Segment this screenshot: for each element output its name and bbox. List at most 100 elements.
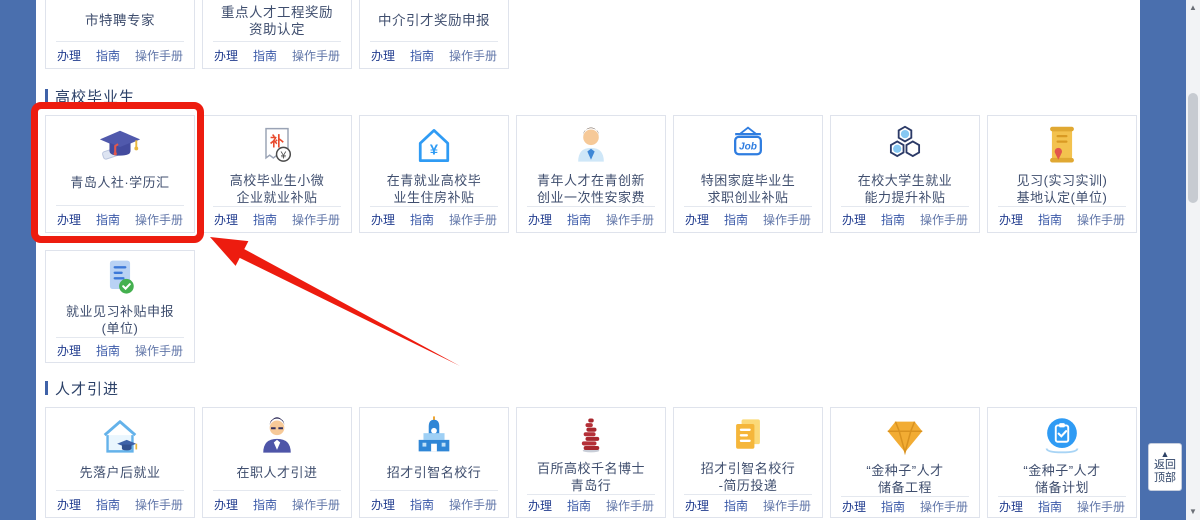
service-card[interactable]: 青年人才在青创新 创业一次性安家费办理指南操作手册 — [516, 115, 666, 233]
card-link-manual[interactable]: 操作手册 — [135, 47, 183, 64]
svg-text:¥: ¥ — [280, 150, 287, 161]
card-link-guide[interactable]: 指南 — [253, 47, 277, 64]
card-link-handle[interactable]: 办理 — [57, 496, 81, 513]
service-card[interactable]: “金种子”人才 储备计划办理指南操作手册 — [987, 407, 1137, 518]
service-card[interactable]: 补¥高校毕业生小微 企业就业补贴办理指南操作手册 — [202, 115, 352, 233]
service-card-title: 先落户后就业 — [46, 464, 194, 481]
card-link-manual[interactable]: 操作手册 — [920, 498, 968, 515]
card-link-guide[interactable]: 指南 — [410, 496, 434, 513]
job-sign-icon: Job — [674, 123, 822, 169]
card-link-manual[interactable]: 操作手册 — [606, 497, 654, 514]
school-building-icon — [360, 413, 508, 461]
svg-text:补: 补 — [269, 133, 284, 149]
card-link-guide[interactable]: 指南 — [567, 211, 591, 228]
card-link-handle[interactable]: 办理 — [214, 47, 238, 64]
right-margin-band — [1140, 0, 1186, 520]
card-spacer — [360, 481, 508, 490]
card-link-manual[interactable]: 操作手册 — [763, 497, 811, 514]
card-link-guide[interactable]: 指南 — [724, 211, 748, 228]
card-link-handle[interactable]: 办理 — [371, 47, 395, 64]
card-links: 办理指南操作手册 — [831, 207, 979, 232]
card-link-handle[interactable]: 办理 — [57, 47, 81, 64]
card-link-manual[interactable]: 操作手册 — [1077, 211, 1125, 228]
card-link-manual[interactable]: 操作手册 — [135, 342, 183, 359]
card-link-guide[interactable]: 指南 — [724, 497, 748, 514]
card-links: 办理指南操作手册 — [674, 207, 822, 232]
card-link-handle[interactable]: 办理 — [214, 496, 238, 513]
card-link-guide[interactable]: 指南 — [1038, 498, 1062, 515]
card-link-guide[interactable]: 指南 — [253, 496, 277, 513]
card-link-guide[interactable]: 指南 — [410, 47, 434, 64]
card-link-guide[interactable]: 指南 — [1038, 211, 1062, 228]
service-card[interactable]: 招才引智名校行办理指南操作手册 — [359, 407, 509, 518]
card-link-guide[interactable]: 指南 — [96, 496, 120, 513]
service-card-title: 特困家庭毕业生 求职创业补贴 — [674, 172, 822, 206]
service-card-title: 在校大学生就业 能力提升补贴 — [831, 172, 979, 206]
service-card[interactable]: 在职人才引进办理指南操作手册 — [202, 407, 352, 518]
scrollbar-down-icon[interactable]: ▼ — [1186, 507, 1200, 517]
service-card-title: 高校毕业生小微 企业就业补贴 — [203, 172, 351, 206]
subsidy-ticket-icon: 补¥ — [203, 123, 351, 169]
card-link-handle[interactable]: 办理 — [528, 211, 552, 228]
service-card[interactable]: ¥在青就业高校毕 业生住房补贴办理指南操作手册 — [359, 115, 509, 233]
service-card[interactable]: 招才引智名校行 -简历投递办理指南操作手册 — [673, 407, 823, 518]
service-card[interactable]: Job特困家庭毕业生 求职创业补贴办理指南操作手册 — [673, 115, 823, 233]
card-link-manual[interactable]: 操作手册 — [449, 47, 497, 64]
service-card[interactable]: “金种子”人才 储备工程办理指南操作手册 — [830, 407, 980, 518]
scrollbar[interactable]: ▲ ▼ — [1186, 0, 1200, 520]
service-card-title: 就业见习补贴申报 (单位) — [46, 303, 194, 337]
service-card-title: 百所高校千名博士 青岛行 — [517, 460, 665, 494]
card-link-guide[interactable]: 指南 — [567, 497, 591, 514]
card-link-handle[interactable]: 办理 — [685, 211, 709, 228]
service-card-title: 招才引智名校行 — [360, 464, 508, 481]
service-card-title: 市特聘专家 — [46, 0, 194, 41]
card-link-handle[interactable]: 办理 — [685, 497, 709, 514]
service-card[interactable]: 重点人才工程奖励 资助认定办理指南操作手册 — [202, 0, 352, 69]
scrollbar-up-icon[interactable]: ▲ — [1186, 3, 1200, 13]
service-card[interactable]: 见习(实习实训) 基地认定(单位) 办理指南操作手册 — [987, 115, 1137, 233]
card-link-handle[interactable]: 办理 — [371, 496, 395, 513]
service-card[interactable]: 就业见习补贴申报 (单位) 办理指南操作手册 — [45, 250, 195, 363]
svg-text:¥: ¥ — [430, 142, 439, 158]
red-monument-icon — [517, 413, 665, 457]
card-link-manual[interactable]: 操作手册 — [920, 211, 968, 228]
card-links: 办理指南操作手册 — [203, 42, 351, 68]
service-card-title: 招才引智名校行 -简历投递 — [674, 460, 822, 494]
person-suit-icon — [203, 413, 351, 461]
service-card[interactable]: 中介引才奖励申报办理指南操作手册 — [359, 0, 509, 69]
service-card[interactable]: 在校大学生就业 能力提升补贴办理指南操作手册 — [830, 115, 980, 233]
card-link-guide[interactable]: 指南 — [881, 211, 905, 228]
house-grad-cap-icon — [46, 413, 194, 461]
card-link-guide[interactable]: 指南 — [96, 47, 120, 64]
page: 市特聘专家办理指南操作手册重点人才工程奖励 资助认定办理指南操作手册中介引才奖励… — [0, 0, 1200, 520]
card-link-manual[interactable]: 操作手册 — [292, 47, 340, 64]
card-links: 办理指南操作手册 — [831, 497, 979, 517]
card-link-handle[interactable]: 办理 — [528, 497, 552, 514]
graduates-cards-row-1: 青岛人社·学历汇办理指南操作手册补¥高校毕业生小微 企业就业补贴办理指南操作手册… — [45, 115, 1137, 233]
card-link-handle[interactable]: 办理 — [842, 498, 866, 515]
card-link-handle[interactable]: 办理 — [999, 498, 1023, 515]
card-link-manual[interactable]: 操作手册 — [1077, 498, 1125, 515]
card-link-handle[interactable]: 办理 — [57, 342, 81, 359]
card-links: 办理指南操作手册 — [360, 42, 508, 68]
card-link-guide[interactable]: 指南 — [881, 498, 905, 515]
card-link-manual[interactable]: 操作手册 — [135, 496, 183, 513]
card-link-manual[interactable]: 操作手册 — [449, 496, 497, 513]
card-link-guide[interactable]: 指南 — [96, 342, 120, 359]
service-card[interactable]: 先落户后就业办理指南操作手册 — [45, 407, 195, 518]
card-links: 办理指南操作手册 — [517, 495, 665, 517]
card-link-manual[interactable]: 操作手册 — [763, 211, 811, 228]
card-link-manual[interactable]: 操作手册 — [292, 496, 340, 513]
service-card[interactable]: 市特聘专家办理指南操作手册 — [45, 0, 195, 69]
card-links: 办理指南操作手册 — [46, 491, 194, 517]
card-link-handle[interactable]: 办理 — [842, 211, 866, 228]
section-title-talent: 人才引进 — [55, 378, 119, 399]
scrollbar-thumb[interactable] — [1188, 93, 1198, 203]
document-check-icon — [46, 256, 194, 300]
service-card[interactable]: 百所高校千名博士 青岛行办理指南操作手册 — [516, 407, 666, 518]
back-to-top-button[interactable]: ▲ 返回 顶部 — [1148, 443, 1182, 491]
card-spacer — [46, 481, 194, 490]
service-card-title: 见习(实习实训) 基地认定(单位) — [988, 172, 1136, 206]
card-link-handle[interactable]: 办理 — [999, 211, 1023, 228]
card-link-manual[interactable]: 操作手册 — [606, 211, 654, 228]
